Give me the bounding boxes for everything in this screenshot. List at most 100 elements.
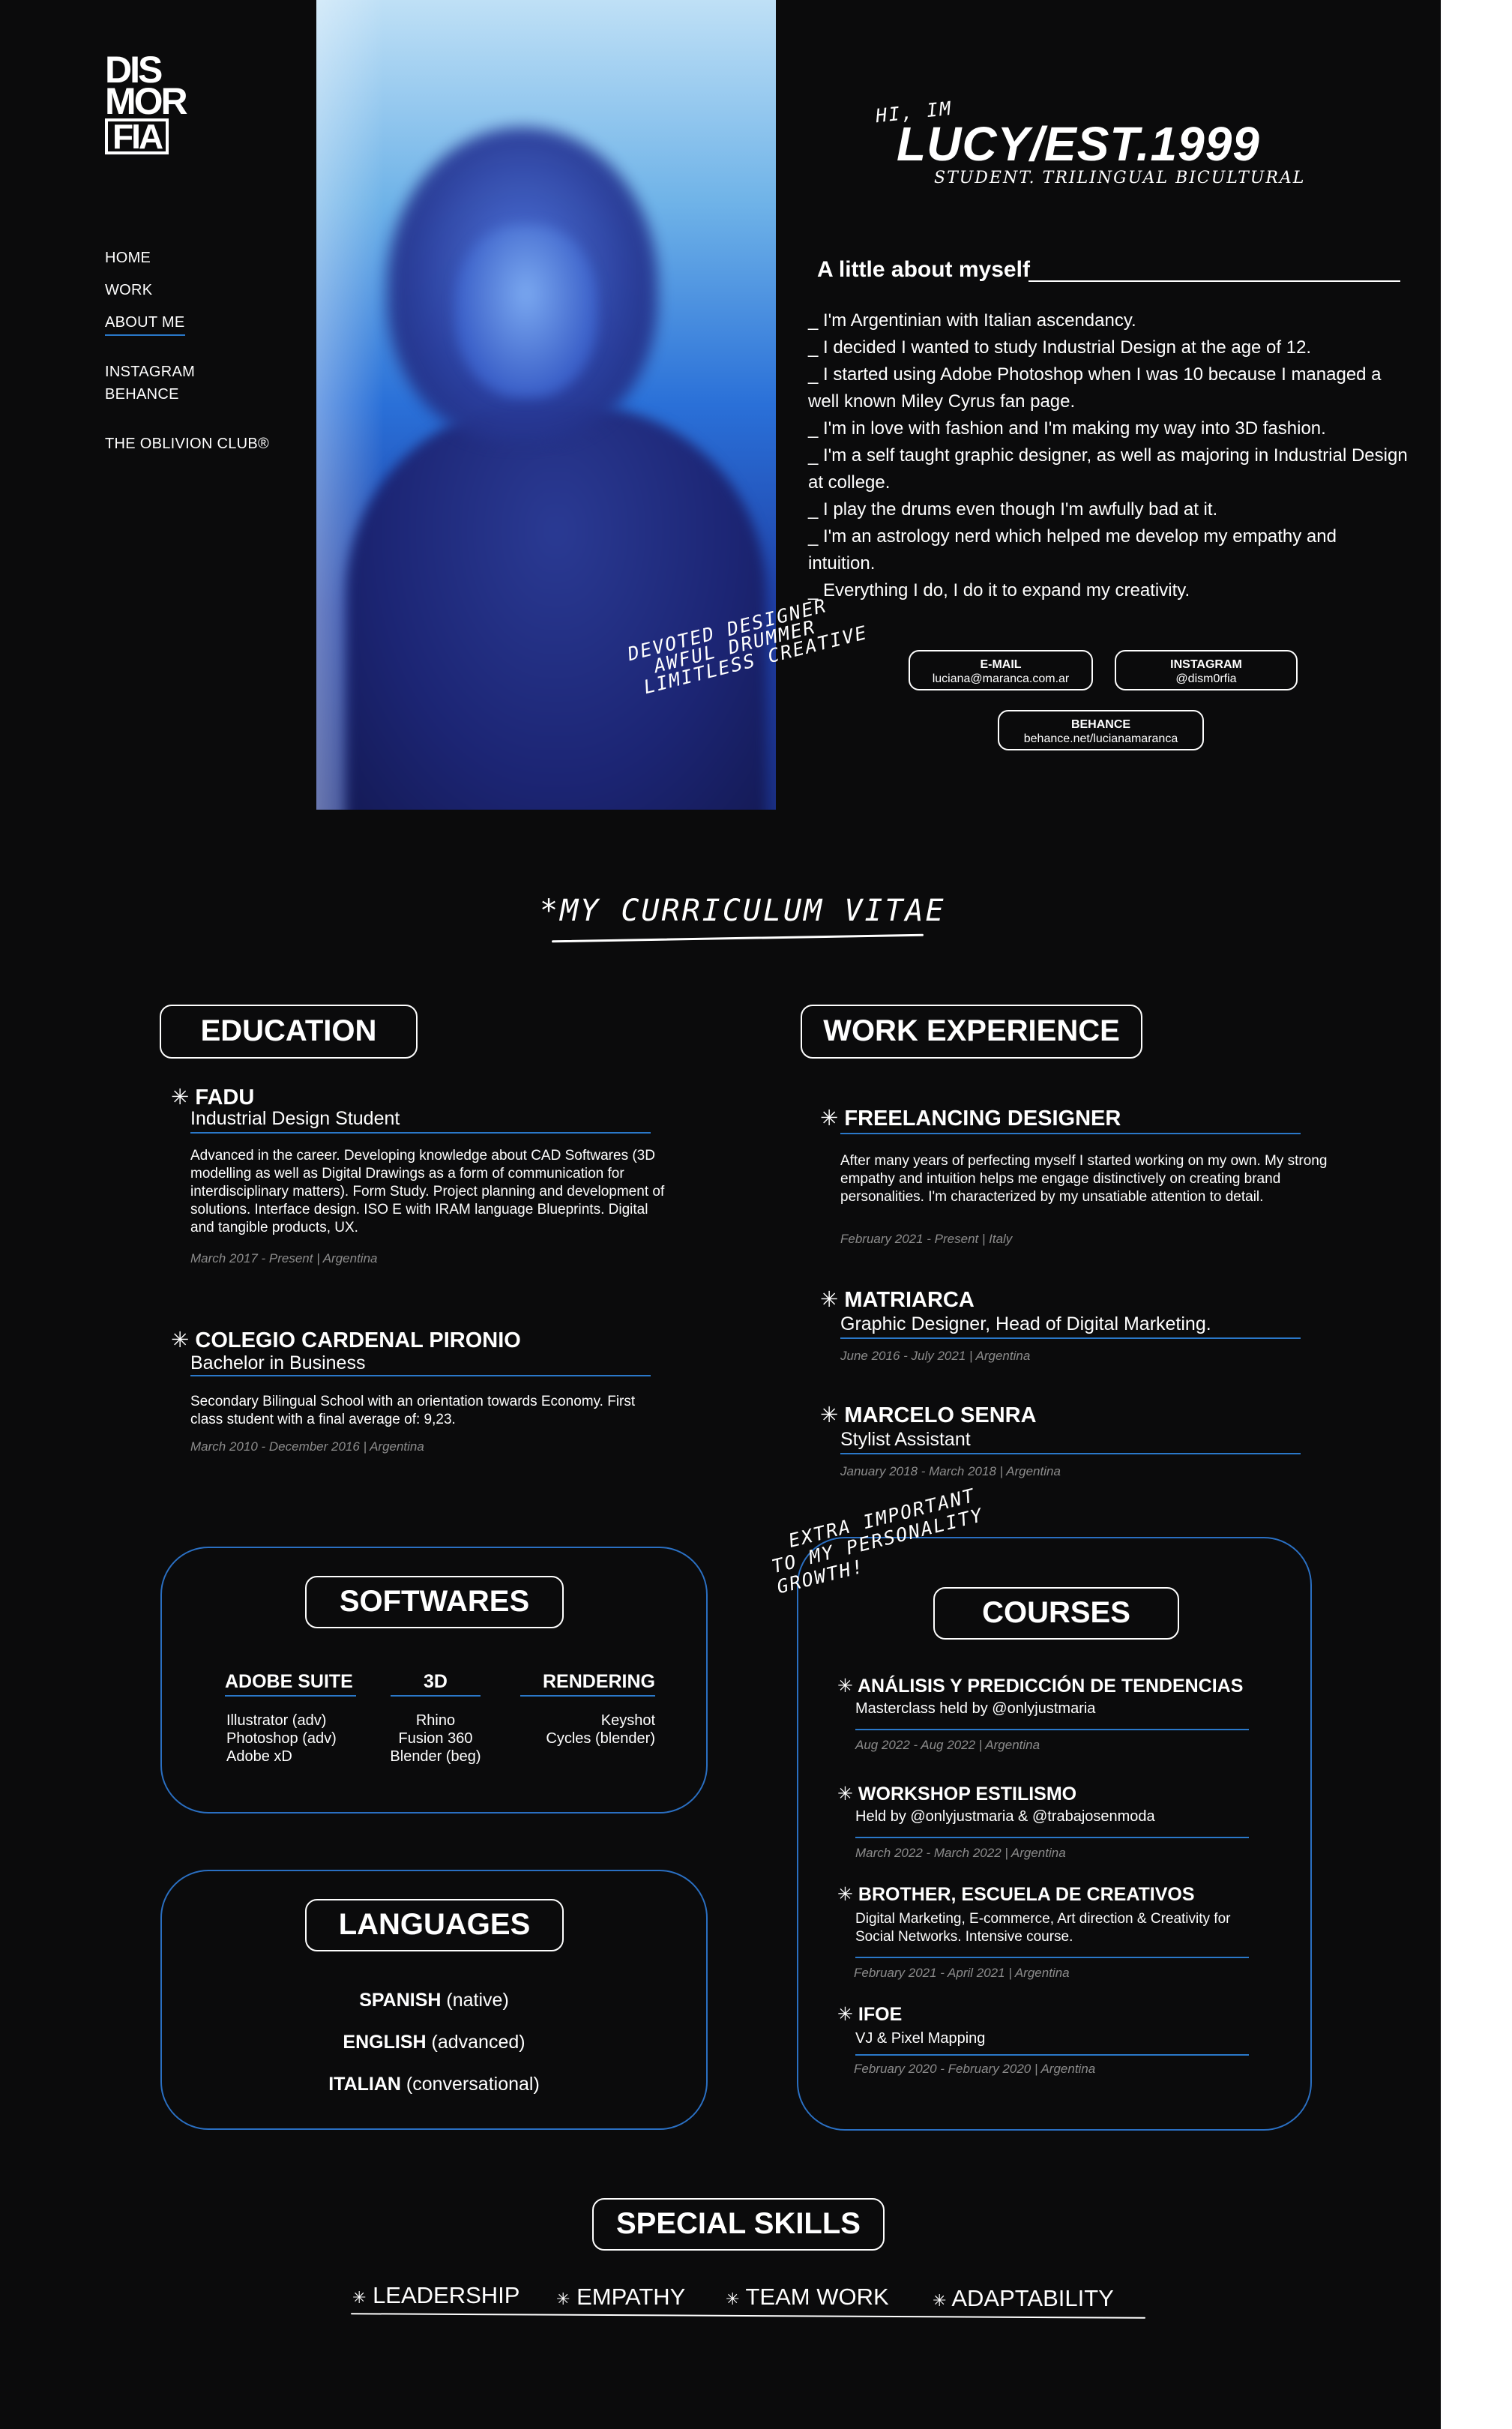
email-contact-button[interactable]: E-MAIL luciana@maranca.com.ar [909, 650, 1093, 690]
about-list: _ I'm Argentinian with Italian ascendanc… [808, 307, 1408, 604]
3d-software-list: Rhino Fusion 360 Blender (beg) [379, 1712, 492, 1766]
adobe-suite-heading: ADOBE SUITE [225, 1671, 353, 1692]
softwares-panel: SOFTWARES ADOBE SUITE Illustrator (adv) … [160, 1547, 708, 1814]
behance-label: BEHANCE [1070, 718, 1131, 731]
skill-item: ✳ EMPATHY [556, 2284, 685, 2311]
work-item-freelancing-date: February 2021 - Present | Italy [840, 1232, 1013, 1246]
education-item-fadu-title: ✳ FADU [171, 1084, 254, 1110]
courses-panel: COURSES ✳ ANÁLISIS Y PREDICCIÓN DE TENDE… [797, 1537, 1312, 2131]
email-label: E-MAIL [980, 658, 1022, 671]
entry-divider [840, 1453, 1301, 1454]
star-icon: ✳ [820, 1107, 839, 1131]
courses-heading: COURSES [933, 1587, 1179, 1640]
software-item: Fusion 360 [398, 1730, 473, 1747]
work-item-matriarca-subtitle: Graphic Designer, Head of Digital Market… [840, 1313, 1211, 1334]
entry-title-text: FADU [195, 1086, 255, 1110]
education-item-colegio-desc: Secondary Bilingual School with an orien… [190, 1394, 636, 1427]
course-item-date: March 2022 - March 2022 | Argentina [855, 1846, 1066, 1860]
star-icon: ✳ [820, 1288, 839, 1312]
instagram-value: @dism0rfia [1175, 672, 1237, 685]
software-item: Illustrator (adv) [226, 1712, 327, 1729]
software-item: Cycles (blender) [546, 1730, 655, 1747]
behance-value: behance.net/lucianamaranca [1023, 732, 1178, 745]
nav-work[interactable]: WORK [105, 282, 152, 299]
entry-divider [855, 1837, 1249, 1838]
language-item-italian: ITALIAN (conversational) [162, 2074, 706, 2095]
email-value: luciana@maranca.com.ar [932, 672, 1070, 685]
behance-contact-button[interactable]: BEHANCE behance.net/lucianamaranca [998, 710, 1204, 750]
star-icon: ✳ [171, 1328, 190, 1352]
column-divider [391, 1695, 481, 1697]
language-item-spanish: SPANISH (native) [162, 1990, 706, 2011]
course-item-title: ✳ IFOE [837, 2003, 902, 2026]
about-heading-underline [1028, 280, 1400, 282]
special-skills-heading: SPECIAL SKILLS [592, 2198, 885, 2251]
skill-item: ✳ LEADERSHIP [352, 2282, 519, 2309]
languages-heading: LANGUAGES [305, 1899, 564, 1951]
nav-instagram[interactable]: INSTAGRAM [105, 364, 195, 381]
skill-label: LEADERSHIP [373, 2282, 520, 2308]
education-item-colegio-title: ✳ COLEGIO CARDENAL PIRONIO [171, 1327, 521, 1353]
education-heading: EDUCATION [160, 1005, 418, 1059]
logo-line-3: FIA [105, 118, 169, 154]
course-item-desc: Held by @onlyjustmaria & @trabajosenmoda [855, 1808, 1155, 1825]
star-icon: ✳ [820, 1403, 839, 1427]
entry-title-text: WORKSHOP ESTILISMO [858, 1784, 1077, 1805]
resume-page: DIS MOR FIA HOME WORK ABOUT ME INSTAGRAM… [0, 0, 1441, 2429]
star-icon: ✳ [933, 2291, 947, 2310]
cv-title: *MY CURRICULUM VITAE [540, 894, 946, 928]
entry-title-text: MARCELO SENRA [844, 1403, 1037, 1427]
education-item-colegio-subtitle: Bachelor in Business [190, 1352, 366, 1373]
entry-title-text: ANÁLISIS Y PREDICCIÓN DE TENDENCIAS [857, 1676, 1244, 1697]
column-divider [520, 1695, 655, 1697]
language-level: (native) [446, 1990, 509, 2011]
star-icon: ✳ [837, 1676, 853, 1697]
entry-title-text: IFOE [858, 2004, 903, 2025]
education-item-fadu-desc: Advanced in the career. Developing knowl… [190, 1148, 665, 1235]
softwares-heading: SOFTWARES [305, 1576, 564, 1628]
nav-behance[interactable]: BEHANCE [105, 386, 179, 403]
star-icon: ✳ [171, 1086, 190, 1110]
work-item-senra-title: ✳ MARCELO SENRA [820, 1402, 1037, 1428]
entry-divider [190, 1132, 651, 1134]
course-item-desc: Masterclass held by @onlyjustmaria [855, 1700, 1096, 1717]
nav-home[interactable]: HOME [105, 250, 151, 267]
adobe-suite-list: Illustrator (adv) Photoshop (adv) Adobe … [226, 1712, 376, 1766]
work-item-senra-date: January 2018 - March 2018 | Argentina [840, 1464, 1061, 1478]
instagram-label: INSTAGRAM [1170, 658, 1242, 671]
entry-divider [855, 1957, 1249, 1958]
about-item: _ I play the drums even though I'm awful… [808, 499, 1218, 520]
skill-item: ✳ TEAM WORK [726, 2284, 889, 2311]
education-item-fadu-subtitle: Industrial Design Student [190, 1108, 400, 1129]
course-item-date: February 2021 - April 2021 | Argentina [854, 1966, 1070, 1980]
language-item-english: ENGLISH (advanced) [162, 2032, 706, 2053]
work-item-matriarca-date: June 2016 - July 2021 | Argentina [840, 1349, 1031, 1363]
education-item-fadu-date: March 2017 - Present | Argentina [190, 1251, 378, 1265]
entry-divider [840, 1133, 1301, 1134]
software-item: Adobe xD [226, 1748, 292, 1765]
course-item-title: ✳ ANÁLISIS Y PREDICCIÓN DE TENDENCIAS [837, 1675, 1243, 1697]
about-item: _ I'm an astrology nerd which helped me … [808, 526, 1337, 574]
about-item: _ I started using Adobe Photoshop when I… [808, 364, 1382, 412]
instagram-contact-button[interactable]: INSTAGRAM @dism0rfia [1115, 650, 1298, 690]
dismorfia-logo[interactable]: DIS MOR FIA [105, 51, 229, 166]
about-item: _ I'm Argentinian with Italian ascendanc… [808, 310, 1136, 331]
about-heading: A little about myself [817, 257, 1030, 282]
work-experience-heading: WORK EXPERIENCE [801, 1005, 1142, 1059]
skill-item: ✳ ADAPTABILITY [933, 2285, 1114, 2312]
entry-divider [840, 1337, 1301, 1339]
star-icon: ✳ [837, 1784, 853, 1805]
language-name: SPANISH [359, 1990, 442, 2011]
hero-tagline: STUDENT. TRILINGUAL BICULTURAL [934, 169, 1306, 187]
language-name: ENGLISH [343, 2032, 427, 2053]
3d-heading: 3D [424, 1671, 448, 1692]
course-item-title: ✳ WORKSHOP ESTILISMO [837, 1783, 1076, 1805]
skill-label: TEAM WORK [745, 2284, 889, 2310]
entry-title-text: COLEGIO CARDENAL PIRONIO [195, 1328, 521, 1352]
hero-title: LUCY/EST.1999 [897, 117, 1260, 171]
work-item-freelancing-title: ✳ FREELANCING DESIGNER [820, 1105, 1121, 1131]
star-icon: ✳ [837, 1884, 853, 1905]
rendering-heading: RENDERING [542, 1671, 655, 1692]
nav-about-me[interactable]: ABOUT ME [105, 314, 185, 336]
nav-oblivion-club[interactable]: THE OBLIVION CLUB® [105, 436, 269, 453]
